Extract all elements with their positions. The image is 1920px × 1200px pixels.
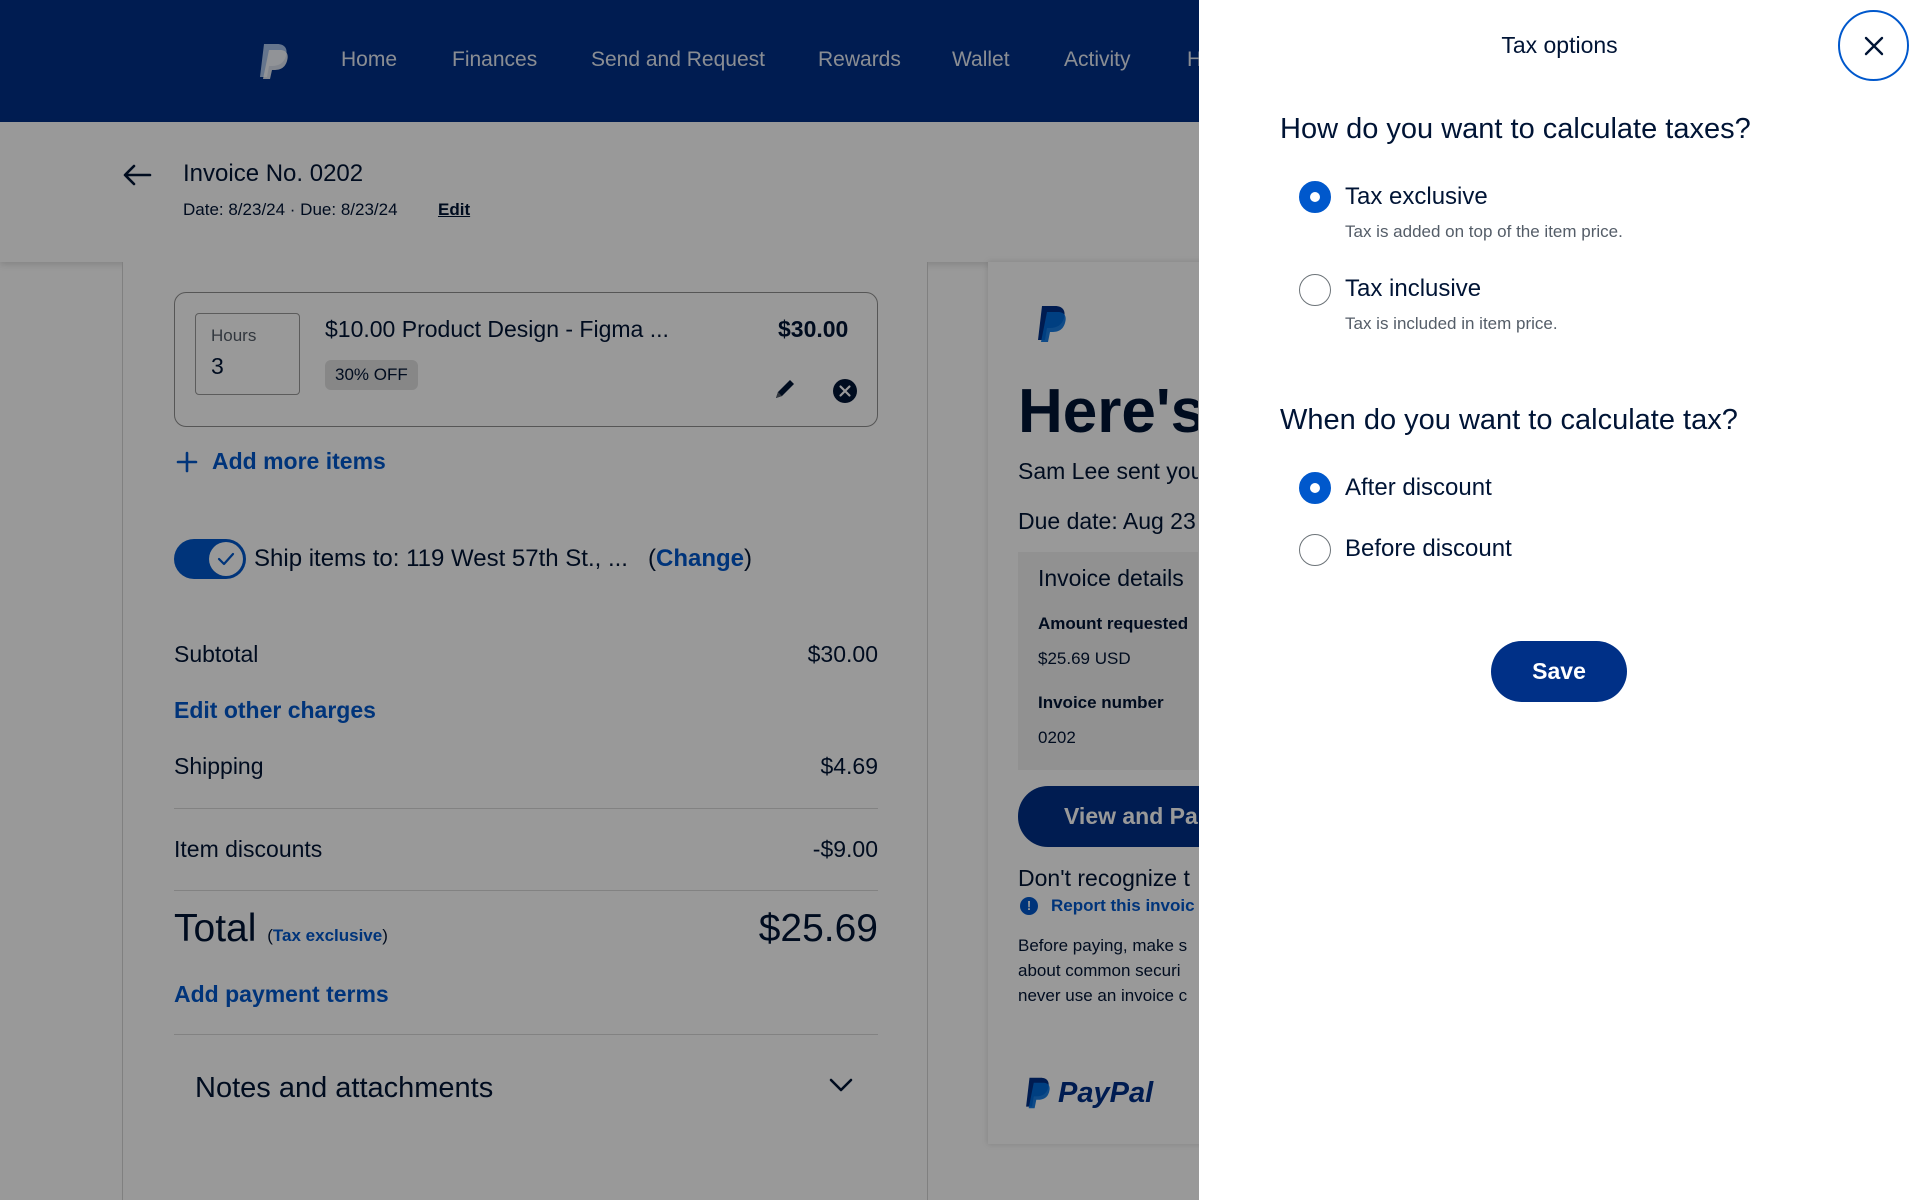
option-before-discount-label[interactable]: Before discount — [1345, 535, 1512, 563]
save-button[interactable]: Save — [1491, 641, 1627, 702]
modal-backdrop[interactable] — [0, 0, 1199, 1200]
sheet-title: Tax options — [1501, 32, 1618, 58]
question-when-calculate-tax: When do you want to calculate tax? — [1280, 404, 1738, 436]
radio-tax-inclusive[interactable] — [1299, 274, 1331, 306]
radio-tax-exclusive[interactable] — [1299, 181, 1331, 213]
option-tax-exclusive-help: Tax is added on top of the item price. — [1345, 222, 1623, 241]
option-after-discount-label[interactable]: After discount — [1345, 474, 1492, 502]
question-calculate-taxes: How do you want to calculate taxes? — [1280, 113, 1751, 145]
tax-options-sheet — [1199, 0, 1920, 1200]
option-tax-inclusive-help: Tax is included in item price. — [1345, 314, 1558, 333]
close-icon — [1864, 36, 1883, 55]
option-tax-exclusive-label[interactable]: Tax exclusive — [1345, 183, 1488, 211]
close-button[interactable] — [1838, 10, 1909, 81]
option-tax-inclusive-label[interactable]: Tax inclusive — [1345, 275, 1481, 303]
radio-before-discount[interactable] — [1299, 534, 1331, 566]
radio-after-discount[interactable] — [1299, 472, 1331, 504]
